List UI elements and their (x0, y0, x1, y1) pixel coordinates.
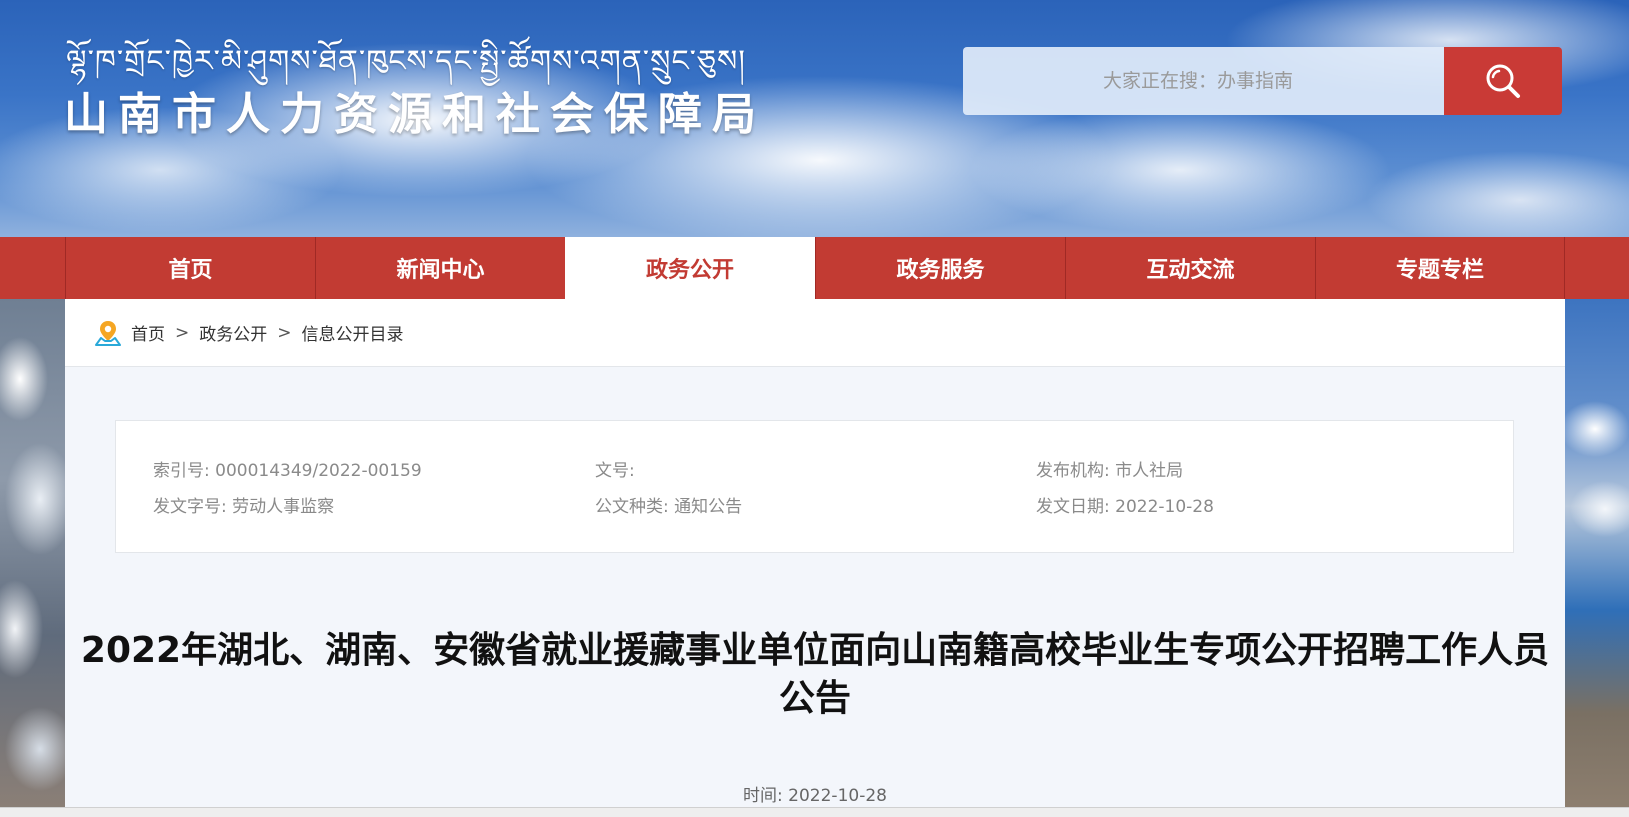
article-title: 2022年湖北、湖南、安徽省就业援藏事业单位面向山南籍高校毕业生专项公开招聘工作… (80, 630, 1550, 719)
info-doc-number-label: 文号: (595, 461, 635, 481)
nav-item-topics[interactable]: 专题专栏 (1315, 237, 1565, 299)
info-category-label: 公文种类: (595, 497, 669, 517)
site-title[interactable]: 山南市人力资源和社会保障局 (64, 78, 766, 142)
main-nav: 首页 新闻中心 政务公开 政务服务 互动交流 专题专栏 (0, 237, 1629, 299)
info-category-value: 通知公告 (674, 497, 743, 517)
article-time-value: 2022-10-28 (788, 786, 887, 806)
main-content: 首页 > 政务公开 > 信息公开目录 索引号: 000014349/2022-0… (65, 299, 1565, 817)
nav-item-news[interactable]: 新闻中心 (315, 237, 565, 299)
article-time: 时间: 2022-10-28 (65, 781, 1565, 806)
bottom-toolbar-strip (0, 807, 1629, 817)
breadcrumb-separator: > (175, 322, 190, 343)
breadcrumb-catalog[interactable]: 信息公开目录 (302, 320, 404, 345)
search-input[interactable] (963, 47, 1444, 115)
info-issuer-label: 发文字号: (153, 497, 227, 517)
nav-item-government-affairs[interactable]: 政务公开 (565, 237, 815, 299)
location-pin-icon (95, 320, 121, 346)
breadcrumb-home[interactable]: 首页 (131, 320, 165, 345)
info-date: 发文日期: 2022-10-28 (1036, 492, 1214, 517)
search-bar (963, 47, 1562, 115)
info-date-value: 2022-10-28 (1115, 497, 1214, 517)
info-index: 索引号: 000014349/2022-00159 (153, 456, 422, 481)
info-date-label: 发文日期: (1036, 497, 1110, 517)
info-publisher: 发布机构: 市人社局 (1036, 456, 1183, 481)
info-doc-number: 文号: (595, 456, 635, 481)
info-issuer-value: 劳动人事监察 (232, 497, 335, 517)
info-publisher-label: 发布机构: (1036, 461, 1110, 481)
background-right-decoration (1565, 299, 1629, 817)
search-icon (1486, 64, 1520, 98)
info-issuer: 发文字号: 劳动人事监察 (153, 492, 334, 517)
nav-item-home[interactable]: 首页 (65, 237, 315, 299)
article-time-label: 时间: (743, 786, 783, 806)
site-header: ལྷོ་ཁ་གྲོང་ཁྱེར་མི་ཤུགས་ཐོན་ཁུངས་དང་སྤྱི… (0, 0, 1629, 237)
breadcrumb-government-affairs[interactable]: 政务公开 (199, 320, 267, 345)
info-index-value: 000014349/2022-00159 (215, 461, 422, 481)
document-info-box: 索引号: 000014349/2022-00159 文号: 发布机构: 市人社局… (115, 420, 1514, 553)
page: ལྷོ་ཁ་གྲོང་ཁྱེར་མི་ཤུགས་ཐོན་ཁུངས་དང་སྤྱི… (0, 0, 1629, 817)
info-index-label: 索引号: (153, 461, 210, 481)
search-button[interactable] (1444, 47, 1562, 115)
info-category: 公文种类: 通知公告 (595, 492, 742, 517)
background-left-decoration (0, 299, 65, 817)
breadcrumb: 首页 > 政务公开 > 信息公开目录 (65, 299, 1565, 367)
nav-item-interaction[interactable]: 互动交流 (1065, 237, 1315, 299)
nav-item-services[interactable]: 政务服务 (815, 237, 1065, 299)
nav-items: 首页 新闻中心 政务公开 政务服务 互动交流 专题专栏 (65, 237, 1565, 299)
info-publisher-value: 市人社局 (1115, 461, 1184, 481)
breadcrumb-separator: > (277, 322, 292, 343)
